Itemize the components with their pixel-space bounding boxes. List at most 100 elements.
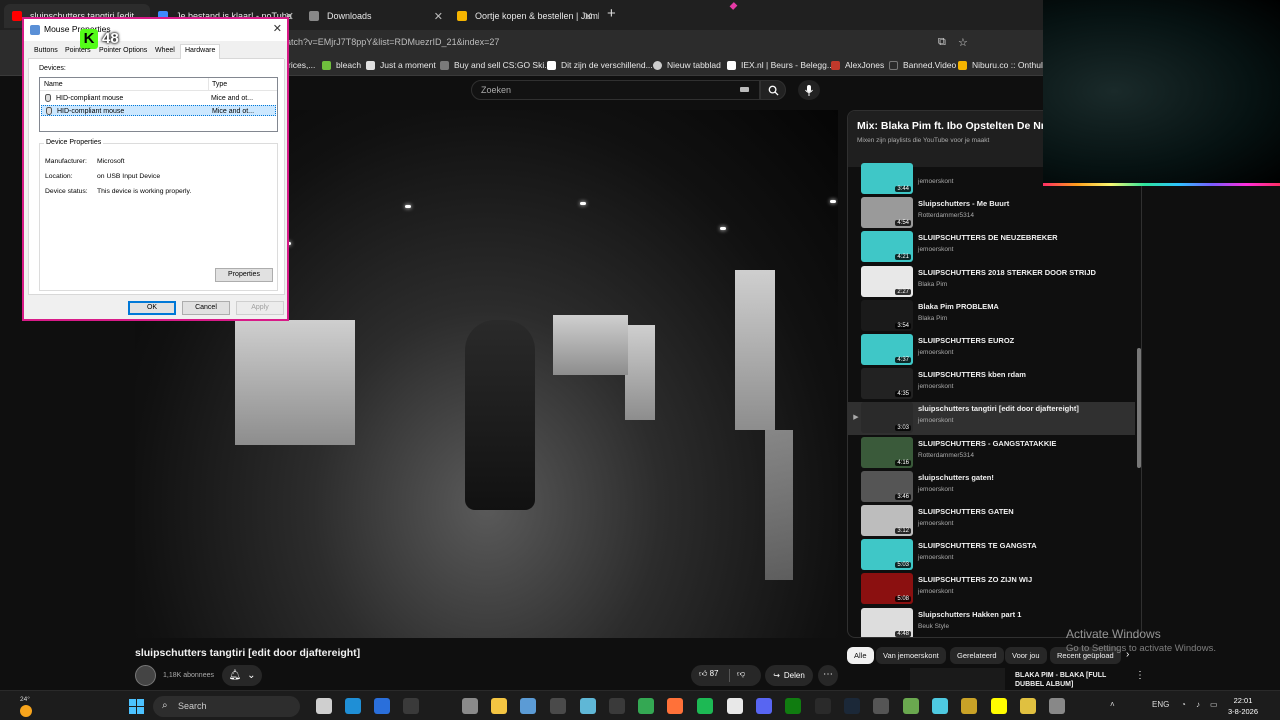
close-tab-icon[interactable]: ✕	[584, 10, 593, 23]
install-app-icon[interactable]: ⧉	[938, 36, 946, 49]
notepad-icon[interactable]	[520, 698, 536, 714]
close-icon[interactable]: ✕	[273, 22, 282, 35]
tab-buttons[interactable]: Buttons	[34, 47, 58, 54]
bookmark-item[interactable]: Buy and sell CS:GO Ski...	[440, 60, 551, 70]
video-thumbnail[interactable]: 3:54	[861, 299, 913, 331]
video-thumbnail[interactable]: 5:03	[861, 539, 913, 571]
channel-avatar[interactable]	[135, 665, 156, 686]
cancel-button[interactable]: Cancel	[182, 301, 230, 315]
weather-widget[interactable]: 24°	[20, 696, 32, 717]
device-row-selected[interactable]: HID-compliant mouse Mice and ot...	[41, 105, 276, 116]
playlist-item[interactable]: 4:35 SLUIPSCHUTTERS kben rdam jemoerskont	[848, 368, 1135, 401]
taskbar-search[interactable]: ⌕ Search	[153, 696, 300, 717]
chrome-icon[interactable]	[638, 698, 654, 714]
playlist-item[interactable]: 5:03 SLUIPSCHUTTERS TE GANGSTA jemoerskont	[848, 539, 1135, 572]
app-icon[interactable]	[961, 698, 977, 714]
volume-icon[interactable]: ♪	[1196, 700, 1200, 709]
playlist-item[interactable]: 3:12 SLUIPSCHUTTERS GATEN jemoerskont	[848, 505, 1135, 538]
video-thumbnail[interactable]: 3:44	[861, 163, 913, 194]
url-field[interactable]: atch?v=EMjrJ7T8ppY&list=RDMuezrID_21&ind…	[286, 37, 499, 47]
chevron-up-icon[interactable]: ˄	[1110, 700, 1115, 709]
app-icon[interactable]	[1020, 698, 1036, 714]
file-explorer-icon[interactable]	[491, 698, 507, 714]
dislike-button[interactable]: 👎︎	[737, 669, 745, 679]
playlist-item[interactable]: 4:21 SLUIPSCHUTTERS DE NEUZEBREKER jemoers…	[848, 231, 1135, 264]
bookmark-item[interactable]: rices,...	[288, 60, 315, 70]
playlist-item[interactable]: 4:16 SLUIPSCHUTTERS - GANGSTATAKKIE Rotter…	[848, 436, 1135, 470]
properties-button[interactable]: Properties	[215, 268, 273, 282]
bookmark-item[interactable]: Dit zijn de verschillend...	[547, 60, 653, 70]
more-vert-icon[interactable]: ⋮	[1135, 670, 1145, 681]
video-thumbnail[interactable]: 5:08	[861, 573, 913, 605]
tab-pointers[interactable]: Pointers	[65, 47, 91, 54]
share-button[interactable]: ↪ Delen	[765, 665, 813, 686]
steam-icon[interactable]	[844, 698, 860, 714]
video-thumbnail[interactable]: 3:12	[861, 505, 913, 536]
video-thumbnail[interactable]: 4:48	[861, 607, 913, 637]
playlist-item[interactable]: 3:54 Blaka Pim PROBLEMA Blaka Pim	[848, 299, 1135, 333]
tab-wheel[interactable]: Wheel	[155, 47, 175, 54]
filter-chip[interactable]: Gerelateerd	[950, 647, 1004, 664]
playlist-item[interactable]: 3:46 sluipschutters gaten! jemoerskont	[848, 470, 1135, 504]
filter-chip[interactable]: Voor jou	[1005, 647, 1047, 664]
start-button[interactable]	[129, 699, 144, 714]
notification-bell-button[interactable]: 🔔︎ ⌄	[222, 665, 262, 686]
edge-icon[interactable]	[345, 698, 361, 714]
store-icon[interactable]	[374, 698, 390, 714]
keyboard-icon[interactable]	[740, 87, 749, 92]
bookmark-item[interactable]: AlexJones	[831, 60, 884, 70]
dialog-titlebar[interactable]: Mouse Properties ✕	[24, 19, 287, 41]
app-icon[interactable]	[403, 698, 419, 714]
browser-tab[interactable]: Downloads ✕	[301, 4, 449, 28]
column-header-name[interactable]: Name	[44, 81, 63, 88]
playlist-item[interactable]: 4:37 SLUIPSCHUTTERS EUROZ jemoerskont	[848, 334, 1135, 367]
tab-pointer-options[interactable]: Pointer Options	[99, 47, 147, 54]
bookmark-item[interactable]: Just a moment	[366, 60, 436, 70]
battery-icon[interactable]: ▭	[1210, 700, 1218, 709]
video-thumbnail[interactable]: 3:03	[861, 402, 913, 434]
xbox-icon[interactable]	[785, 698, 801, 714]
browser-tab[interactable]: Oortje kopen & bestellen | Jumb ✕	[449, 4, 599, 28]
playlist-item[interactable]: 2:27 SLUIPSCHUTTERS 2018 STERKER DOOR STR…	[848, 265, 1135, 299]
bookmark-item[interactable]: Banned.Video	[889, 60, 956, 70]
close-tab-icon[interactable]: ✕	[434, 10, 443, 23]
video-thumbnail[interactable]: 2:27	[861, 265, 913, 297]
devices-list[interactable]: Name Type HID-compliant mouse Mice and o…	[39, 77, 278, 132]
ok-button[interactable]: OK	[128, 301, 176, 315]
firefox-icon[interactable]	[667, 698, 683, 714]
video-thumbnail[interactable]: 4:54	[861, 197, 913, 229]
video-thumbnail[interactable]: 3:46	[861, 470, 913, 502]
voice-search-button[interactable]	[798, 80, 820, 100]
apply-button[interactable]: Apply	[236, 301, 284, 315]
app-icon[interactable]	[873, 698, 889, 714]
video-thumbnail[interactable]: 4:37	[861, 334, 913, 365]
app-icon[interactable]	[1049, 698, 1065, 714]
language-indicator[interactable]: ENG	[1152, 700, 1169, 709]
video-thumbnail[interactable]: 4:21	[861, 231, 913, 263]
bookmark-star-icon[interactable]: ☆	[958, 36, 968, 49]
bookmark-item[interactable]: bleach	[322, 60, 361, 70]
video-thumbnail[interactable]	[910, 668, 1005, 690]
column-header-type[interactable]: Type	[212, 81, 227, 88]
more-actions-button[interactable]: ⋯	[818, 665, 838, 686]
bookmark-item[interactable]: IEX.nl | Beurs - Belegg...	[727, 60, 834, 70]
app-icon[interactable]	[932, 698, 948, 714]
settings-icon[interactable]	[462, 698, 478, 714]
task-view-icon[interactable]	[316, 698, 332, 714]
app-icon[interactable]	[727, 698, 743, 714]
bookmark-item[interactable]: Nieuw tabblad	[653, 60, 721, 70]
new-tab-icon[interactable]: +	[607, 5, 616, 22]
playlist-item-current[interactable]: ▶ 3:03 sluipschutters tangtiri [edit door …	[848, 402, 1135, 436]
app-icon[interactable]	[609, 698, 625, 714]
snapchat-icon[interactable]	[991, 698, 1007, 714]
device-row[interactable]: HID-compliant mouse Mice and ot...	[41, 93, 276, 104]
tab-hardware[interactable]: Hardware	[180, 44, 221, 59]
filter-chip[interactable]: Van jemoerskont	[876, 647, 946, 664]
wifi-icon[interactable]: ◔	[1181, 700, 1186, 709]
video-thumbnail[interactable]: 4:35	[861, 368, 913, 400]
playlist-item[interactable]: 5:08 SLUIPSCHUTTERS ZO ZIJN WIJ jemoerskon…	[848, 573, 1135, 606]
playlist-item[interactable]: 4:54 Sluipschutters - Me Buurt Rotterdamme…	[848, 197, 1135, 230]
system-clock[interactable]: 22:01 3-8-2026	[1228, 695, 1258, 717]
bookmark-item[interactable]: Niburu.co :: Onthulle	[958, 60, 1049, 70]
like-button[interactable]: 👍︎ 87	[699, 669, 719, 679]
